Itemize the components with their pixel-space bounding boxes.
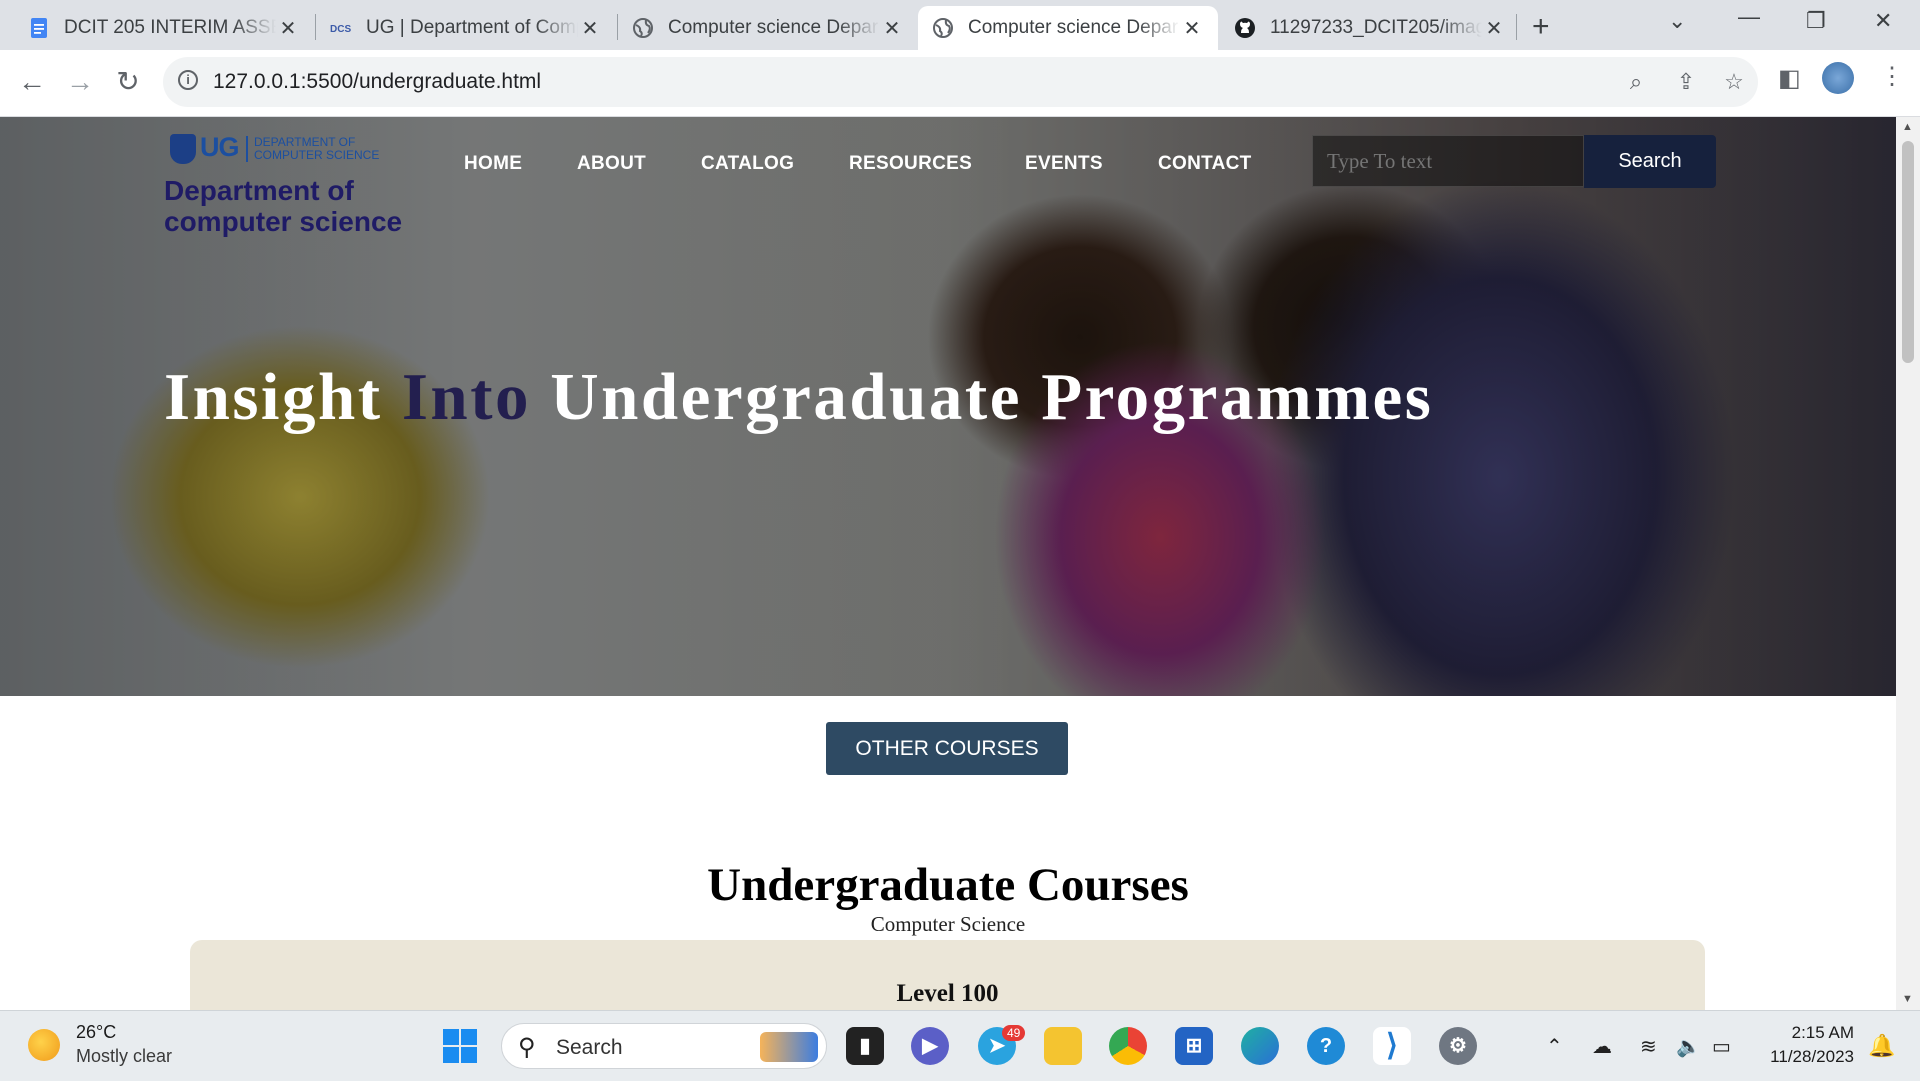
headline-highlight: Into bbox=[401, 360, 532, 434]
restore-icon[interactable]: ❐ bbox=[1806, 8, 1826, 34]
logo-mark: UG bbox=[200, 132, 239, 162]
browser-toolbar: ← → ↻ i 127.0.0.1:5500/undergraduate.htm… bbox=[0, 50, 1920, 117]
taskbar-search-label: Search bbox=[556, 1036, 623, 1059]
onedrive-icon[interactable]: ☁ bbox=[1592, 1034, 1612, 1059]
browser-tab-5[interactable]: 11297233_DCIT205/imag ✕ bbox=[1220, 6, 1520, 50]
search-icon: ⚲ bbox=[518, 1034, 536, 1061]
globe-icon bbox=[933, 18, 953, 38]
menu-kebab-icon[interactable]: ⋮ bbox=[1880, 62, 1904, 91]
wifi-icon[interactable]: ≋ bbox=[1640, 1034, 1657, 1059]
headline-part1: Insight bbox=[164, 360, 383, 434]
browser-tab-3[interactable]: Computer science Depar ✕ bbox=[618, 6, 918, 50]
zoom-icon[interactable]: ⌕ bbox=[1623, 69, 1649, 95]
task-view-icon[interactable]: ▮ bbox=[846, 1027, 884, 1065]
notification-bell-icon[interactable]: 🔔 bbox=[1868, 1033, 1895, 1059]
search-input[interactable] bbox=[1312, 135, 1584, 187]
edge-icon[interactable] bbox=[1241, 1027, 1279, 1065]
scroll-up-icon[interactable]: ▲ bbox=[1902, 121, 1913, 133]
close-tab-icon[interactable]: ✕ bbox=[1180, 16, 1204, 41]
tab-title: DCIT 205 INTERIM ASSESS bbox=[64, 17, 276, 38]
share-icon[interactable]: ⇪ bbox=[1673, 69, 1699, 95]
side-panel-icon[interactable]: ◧ bbox=[1778, 64, 1801, 93]
search-button[interactable]: Search bbox=[1584, 135, 1716, 188]
close-tab-icon[interactable]: ✕ bbox=[578, 16, 602, 41]
tab-title: Computer science Depar bbox=[668, 17, 879, 38]
system-clock[interactable]: 2:15 AM 11/28/2023 bbox=[1760, 1021, 1854, 1069]
clock-date: 11/28/2023 bbox=[1770, 1047, 1854, 1066]
forward-icon[interactable]: → bbox=[62, 64, 98, 100]
nav-contact[interactable]: CONTACT bbox=[1158, 153, 1252, 175]
bookmark-star-icon[interactable]: ☆ bbox=[1721, 69, 1747, 95]
vertical-scrollbar[interactable]: ▲ ▼ bbox=[1896, 117, 1920, 1010]
nav-home[interactable]: HOME bbox=[464, 153, 522, 175]
close-window-icon[interactable]: ✕ bbox=[1874, 8, 1892, 34]
close-tab-icon[interactable]: ✕ bbox=[276, 16, 300, 41]
scrollbar-thumb[interactable] bbox=[1902, 141, 1914, 363]
hero-headline: Insight Into Undergraduate Programmes bbox=[164, 359, 1433, 436]
avatar[interactable] bbox=[1822, 62, 1854, 94]
crest-icon bbox=[170, 134, 196, 164]
courses-title: Undergraduate Courses bbox=[707, 859, 1189, 911]
browser-tab-1[interactable]: DCIT 205 INTERIM ASSESS ✕ bbox=[14, 6, 314, 50]
vscode-icon[interactable]: ⟩ bbox=[1373, 1027, 1411, 1065]
browser-tab-strip: DCIT 205 INTERIM ASSESS ✕ DCS UG | Depar… bbox=[0, 0, 1920, 50]
github-icon bbox=[1235, 18, 1255, 38]
tab-separator bbox=[1516, 14, 1517, 40]
nav-about[interactable]: ABOUT bbox=[577, 153, 646, 175]
settings-gear-icon[interactable]: ⚙ bbox=[1439, 1027, 1477, 1065]
battery-icon[interactable]: ▭ bbox=[1712, 1034, 1731, 1059]
back-icon[interactable]: ← bbox=[14, 64, 50, 100]
taskbar-search[interactable]: ⚲ Search bbox=[501, 1023, 827, 1069]
page-viewport: UG DEPARTMENT OF COMPUTER SCIENCE Depart… bbox=[0, 117, 1896, 1010]
department-name: Department of computer science bbox=[164, 175, 403, 237]
show-hidden-icons-chevron[interactable]: ⌃ bbox=[1546, 1034, 1563, 1059]
minimize-icon[interactable]: — bbox=[1738, 4, 1760, 30]
search-highlight-icon bbox=[760, 1032, 818, 1062]
courses-subtitle: Computer Science bbox=[870, 912, 1026, 936]
nav-resources[interactable]: RESOURCES bbox=[849, 153, 972, 175]
dcs-icon: DCS bbox=[330, 24, 351, 35]
start-icon[interactable] bbox=[443, 1029, 477, 1063]
close-tab-icon[interactable]: ✕ bbox=[1482, 16, 1506, 41]
level-100-card: Level 100 bbox=[190, 940, 1705, 1010]
chrome-icon[interactable] bbox=[1109, 1027, 1147, 1065]
browser-tab-2[interactable]: DCS UG | Department of Comp ✕ bbox=[316, 6, 616, 50]
logo-subtitle: DEPARTMENT OF COMPUTER SCIENCE bbox=[254, 135, 380, 162]
globe-icon bbox=[633, 18, 653, 38]
reload-icon[interactable]: ↻ bbox=[110, 64, 146, 100]
site-info-icon[interactable]: i bbox=[178, 70, 198, 90]
weather-temp[interactable]: 26°C bbox=[76, 1022, 116, 1043]
address-bar[interactable]: i 127.0.0.1:5500/undergraduate.html ⌕ ⇪ … bbox=[163, 57, 1758, 107]
level-heading: Level 100 bbox=[896, 980, 999, 1007]
svg-text:DCS: DCS bbox=[330, 24, 351, 35]
new-tab-icon[interactable]: + bbox=[1532, 10, 1550, 44]
file-explorer-icon[interactable] bbox=[1044, 1027, 1082, 1065]
other-courses-button[interactable]: OTHER COURSES bbox=[826, 722, 1068, 775]
hero-banner: UG DEPARTMENT OF COMPUTER SCIENCE Depart… bbox=[0, 117, 1896, 696]
telegram-badge: 49 bbox=[1002, 1025, 1026, 1041]
nav-catalog[interactable]: CATALOG bbox=[701, 153, 794, 175]
browser-tab-4-active[interactable]: Computer science Depar ✕ bbox=[918, 6, 1218, 50]
url-text[interactable]: 127.0.0.1:5500/undergraduate.html bbox=[213, 70, 541, 94]
tab-search-chevron-icon[interactable]: ⌄ bbox=[1668, 8, 1686, 34]
weather-icon[interactable] bbox=[28, 1029, 60, 1061]
windows-taskbar: 26°C Mostly clear ⚲ Search ▮ ▶ ➤ 49 ⊞ ? … bbox=[0, 1010, 1920, 1081]
scroll-down-icon[interactable]: ▼ bbox=[1902, 993, 1913, 1005]
tab-title: 11297233_DCIT205/imag bbox=[1270, 17, 1482, 38]
teams-chat-icon[interactable]: ▶ bbox=[911, 1027, 949, 1065]
logo-divider bbox=[246, 136, 248, 162]
headline-part2: Undergraduate Programmes bbox=[550, 360, 1434, 434]
weather-condition[interactable]: Mostly clear bbox=[76, 1046, 172, 1067]
close-tab-icon[interactable]: ✕ bbox=[880, 16, 904, 41]
clock-time: 2:15 AM bbox=[1791, 1023, 1854, 1042]
tab-title: Computer science Depar bbox=[968, 17, 1179, 38]
tab-title: UG | Department of Comp bbox=[366, 17, 578, 38]
nav-events[interactable]: EVENTS bbox=[1025, 153, 1103, 175]
volume-icon[interactable]: 🔈 bbox=[1676, 1034, 1701, 1059]
help-app-icon[interactable]: ? bbox=[1307, 1027, 1345, 1065]
microsoft-store-icon[interactable]: ⊞ bbox=[1175, 1027, 1213, 1065]
docs-icon bbox=[31, 18, 47, 38]
